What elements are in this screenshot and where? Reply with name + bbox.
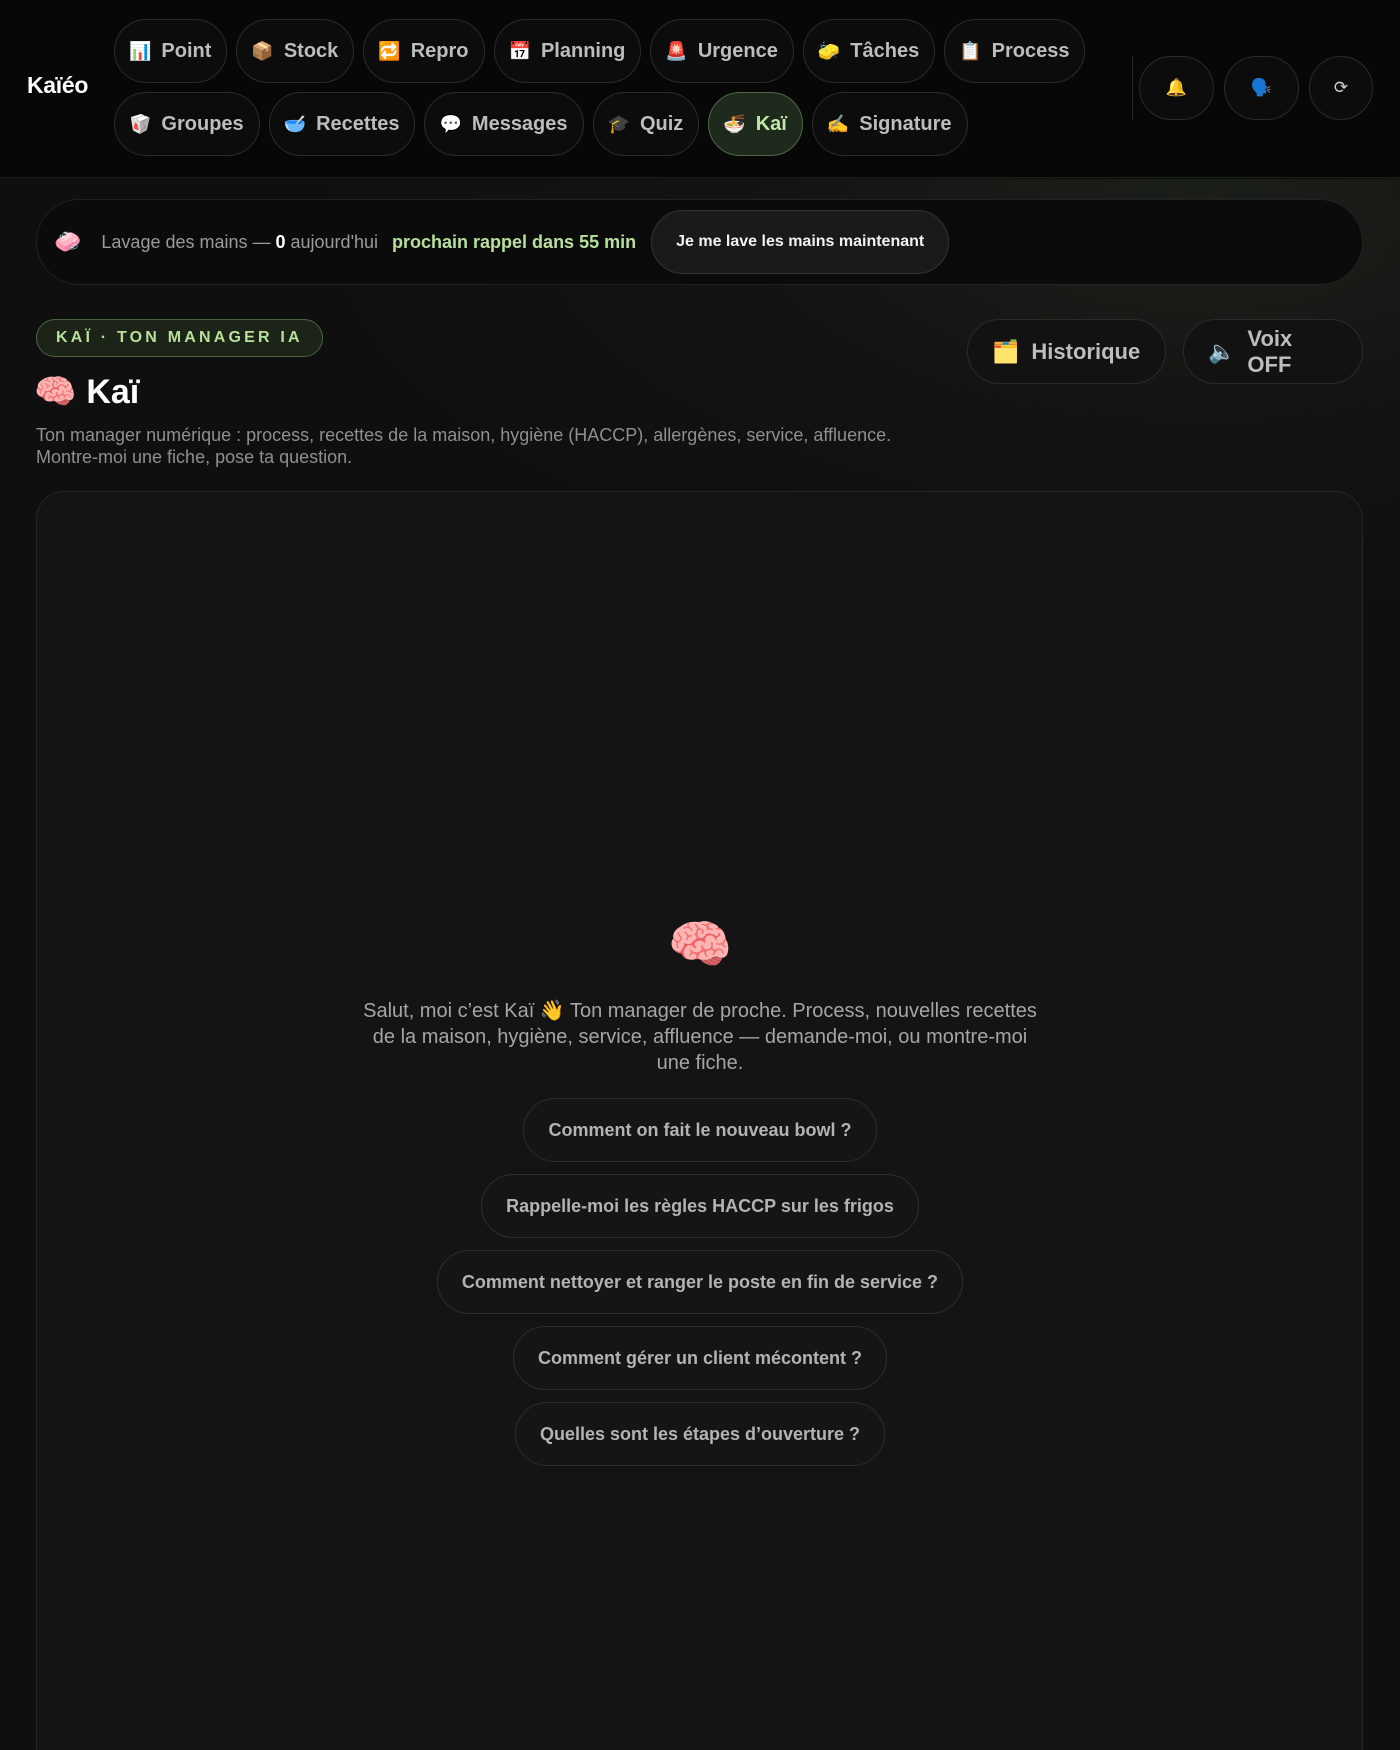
wash-hands-now-button[interactable]: Je me lave les mains maintenant [651,210,950,274]
sponge-icon: 🧽 [817,41,841,61]
nav-tab-urgence[interactable]: 🚨 Urgence [650,19,794,83]
suggestion-list: Comment on fait le nouveau bowl ? Rappel… [0,1098,1400,1466]
history-label: Historique [1031,338,1141,364]
header-divider [1132,56,1133,120]
refresh-button[interactable]: ⟳ [1309,56,1373,120]
bowl-icon: 🥣 [283,114,307,134]
nav-tab-label: Urgence [697,39,778,62]
nav-tab-label: Repro [410,39,469,62]
repeat-icon: 🔁 [378,41,401,61]
calendar-icon: 📅 [508,41,531,61]
nav-tab-kai[interactable]: 🍜 Kaï [708,92,803,156]
nav-tab-recettes[interactable]: 🥣 Recettes [268,92,416,156]
card-index-icon: 🗂️ [992,338,1020,364]
nav-tab-point[interactable]: 📊 Point [114,19,228,83]
nav-tab-taches[interactable]: 🧽 Tâches [802,19,936,83]
graduation-cap-icon: 🎓 [607,114,630,134]
voice-button[interactable]: 🗣️ [1224,56,1299,120]
nav-tab-process[interactable]: 📋 Process [944,19,1086,83]
nav-tab-repro[interactable]: 🔁 Repro [363,19,485,83]
nav-tab-label: Kaï [755,112,787,135]
nav-tab-groupes[interactable]: 🥡 Groupes [114,92,260,156]
nav-tab-planning[interactable]: 📅 Planning [493,19,642,83]
writing-hand-icon: ✍️ [826,114,850,134]
page-subtitle: Ton manager numérique : process, recette… [36,425,892,467]
next-reminder: prochain rappel dans 55 min [392,231,637,252]
siren-icon: 🚨 [665,41,688,61]
nav-tab-label: Quiz [639,112,684,135]
hand-wash-status: Lavage des mains — 0 aujourd'hui [101,232,378,253]
welcome-message: Salut, moi c’est Kaï 👋 Ton manager de pr… [363,1000,1037,1074]
nav-tab-messages[interactable]: 💬 Messages [424,92,584,156]
speaking-head-icon: 🗣️ [1250,78,1273,97]
nav-tab-label: Signature [859,112,952,135]
suggestion-button[interactable]: Quelles sont les étapes d’ouverture ? [514,1402,886,1466]
clipboard-icon: 📋 [959,41,982,61]
speech-bubble-icon: 💬 [439,114,462,134]
bell-icon: 🔔 [1165,78,1188,97]
brain-icon: 🧠 [34,373,77,411]
page-title: 🧠 Kaï [34,372,139,412]
nav-tab-label: Process [991,39,1070,62]
hand-wash-bar: 🧼 Lavage des mains — 0 aujourd'hui proch… [36,199,1363,285]
nav-row-2: 🥡 Groupes 🥣 Recettes 💬 Messages 🎓 Quiz 🍜 Kaï … [114,92,968,156]
suggestion-button[interactable]: Rappelle-moi les règles HACCP sur les fr… [481,1174,919,1238]
takeout-box-icon: 🥡 [129,114,152,134]
noodle-bowl-icon: 🍜 [723,114,746,134]
hand-wash-suffix: aujourd'hui [285,231,379,252]
top-bar: Kaïéo 📊 Point 📦 Stock 🔁 Repro 📅 Planning 🚨 Ur… [0,0,1400,178]
suggestion-button[interactable]: Comment gérer un client mécontent ? [512,1326,888,1390]
history-button[interactable]: 🗂️ Historique [967,319,1166,384]
speaker-muted-icon: 🔈 [1208,338,1236,364]
nav-tab-label: Groupes [161,112,244,135]
nav-tab-label: Recettes [316,112,400,135]
notifications-button[interactable]: 🔔 [1139,56,1214,120]
nav-tab-label: Point [161,39,212,62]
nav-row-1: 📊 Point 📦 Stock 🔁 Repro 📅 Planning 🚨 Urgence … [114,19,1086,83]
hand-wash-prefix: Lavage des mains — [101,231,276,252]
page-title-text: Kaï [86,372,140,411]
brain-icon: 🧠 [667,916,733,974]
refresh-icon: ⟳ [1333,78,1349,97]
brand-logo[interactable]: Kaïéo [27,72,88,99]
nav-tab-label: Stock [283,39,339,62]
suggestion-button[interactable]: Comment on fait le nouveau bowl ? [523,1098,877,1162]
package-icon: 📦 [251,41,274,61]
suggestion-button[interactable]: Comment nettoyer et ranger le poste en f… [436,1250,964,1314]
nav-tab-signature[interactable]: ✍️ Signature [811,92,968,156]
voice-toggle-button[interactable]: 🔈 Voix OFF [1183,319,1363,384]
chart-icon: 📊 [129,41,152,61]
page-badge: KAÏ · TON MANAGER IA [36,319,323,357]
hand-wash-count: 0 [275,231,286,252]
nav-tab-label: Planning [540,39,626,62]
nav-tab-stock[interactable]: 📦 Stock [236,19,355,83]
voice-toggle-label: Voix OFF [1247,325,1293,377]
nav-tab-label: Messages [471,112,568,135]
nav-tab-quiz[interactable]: 🎓 Quiz [592,92,700,156]
nav-tab-label: Tâches [850,39,920,62]
soap-icon: 🧼 [54,229,82,254]
